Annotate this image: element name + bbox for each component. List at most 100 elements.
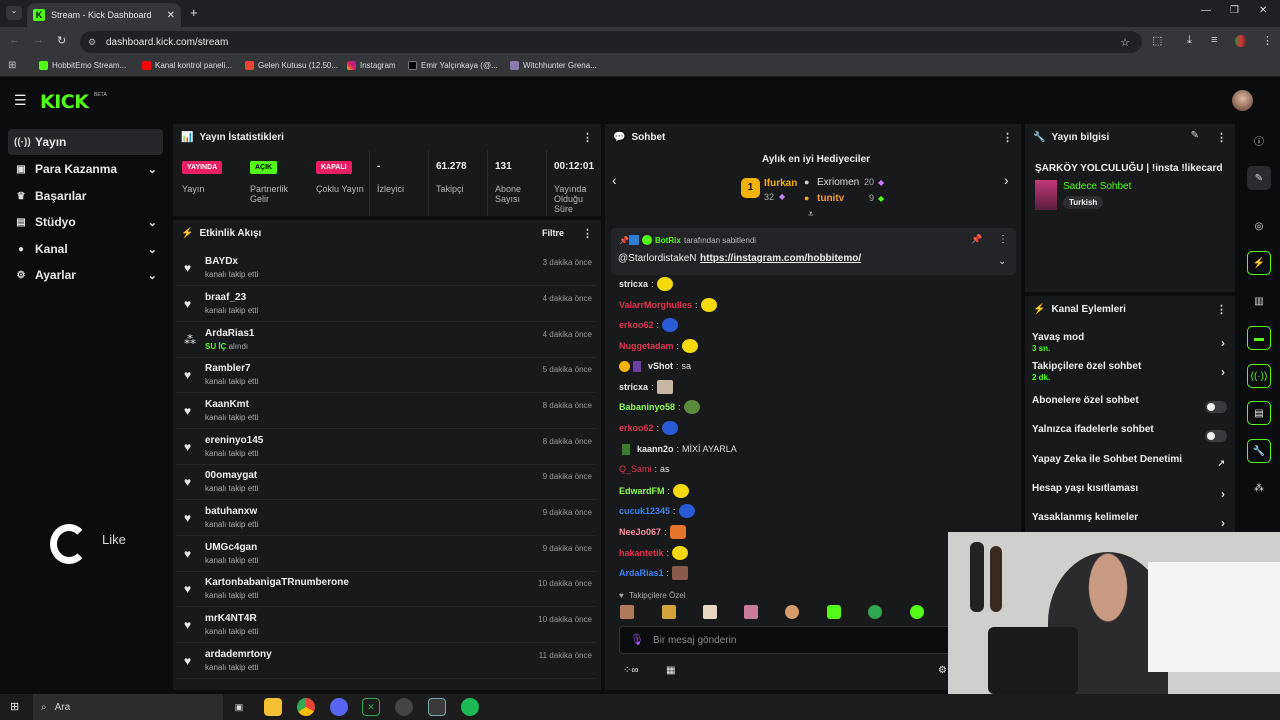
emote-icon[interactable] bbox=[744, 605, 758, 619]
discord-icon[interactable] bbox=[330, 698, 348, 716]
activity-user[interactable]: batuhanxw bbox=[205, 506, 257, 517]
activity-user[interactable]: ardademrtony bbox=[205, 649, 272, 660]
windows-start-icon[interactable]: ⊞ bbox=[10, 700, 19, 713]
bookmark-item[interactable]: Kanal kontrol paneli... bbox=[142, 61, 232, 70]
extensions-icon[interactable]: ⬚ bbox=[1152, 34, 1162, 47]
microphone-icon[interactable]: 🎙 bbox=[630, 633, 644, 646]
activity-user[interactable]: braaf_23 bbox=[205, 292, 246, 303]
sidebar-item-para-kazanma[interactable]: ▣ Para Kazanma ⌄ bbox=[8, 156, 163, 182]
gifter-name[interactable]: Exriomen bbox=[817, 177, 859, 188]
minimize-icon[interactable]: — bbox=[1201, 5, 1211, 16]
activity-menu-icon[interactable]: ⋮ bbox=[582, 227, 593, 240]
user-avatar[interactable] bbox=[1232, 90, 1253, 111]
chat-username[interactable]: erkoo62 bbox=[619, 320, 654, 330]
chat-bubble-icon[interactable]: ▬ bbox=[1247, 326, 1271, 350]
chat-username[interactable]: NeeJo067 bbox=[619, 527, 661, 537]
activity-user[interactable]: ArdaRias1 bbox=[205, 328, 254, 339]
sidebar-item-ayarlar[interactable]: ⚙ Ayarlar ⌄ bbox=[8, 262, 163, 288]
chat-settings-icon[interactable]: ⚙ bbox=[938, 665, 947, 676]
emote-icon[interactable] bbox=[703, 605, 717, 619]
pinned-menu-icon[interactable]: ⋮ bbox=[998, 234, 1008, 245]
chat-username[interactable]: stricxa bbox=[619, 382, 648, 392]
chat-username[interactable]: hakantetik bbox=[619, 548, 664, 558]
gifters-prev-icon[interactable]: ‹ bbox=[612, 172, 617, 188]
store-icon[interactable]: ▦ bbox=[666, 665, 675, 676]
emote-icon[interactable] bbox=[620, 605, 634, 619]
account-age-row[interactable]: Hesap yaşı kısıtlaması › bbox=[1025, 483, 1235, 511]
sidebar-item-kanal[interactable]: ● Kanal ⌄ bbox=[8, 236, 163, 262]
activity-user[interactable]: UMGc4gan bbox=[205, 542, 257, 553]
info-icon[interactable]: ⓘ bbox=[1247, 128, 1271, 152]
window-close-icon[interactable]: ✕ bbox=[1259, 5, 1267, 16]
emote-icon[interactable] bbox=[785, 605, 799, 619]
site-info-icon[interactable]: ⚙ bbox=[88, 37, 96, 48]
chat-username[interactable]: Nuggetadam bbox=[619, 341, 674, 351]
subscribers-only-toggle[interactable] bbox=[1205, 401, 1227, 413]
emote-icon[interactable] bbox=[827, 605, 841, 619]
download-icon[interactable]: ⤓ bbox=[1187, 34, 1192, 47]
gifters-next-icon[interactable]: › bbox=[1004, 172, 1009, 188]
language-tag[interactable]: Turkish bbox=[1063, 196, 1104, 209]
activity-user[interactable]: mrK4NT4R bbox=[205, 613, 257, 624]
browser-tab[interactable]: K Stream - Kick Dashboard ✕ bbox=[27, 3, 181, 27]
bookmark-item[interactable]: HobbitEmo Stream... bbox=[39, 61, 126, 70]
gifter-name[interactable]: Ifurkan bbox=[764, 178, 797, 189]
chat-username[interactable]: EdwardFM bbox=[619, 486, 665, 496]
emote-icon[interactable] bbox=[910, 605, 924, 619]
bookmark-item[interactable]: Witchhunter Grena... bbox=[510, 61, 597, 70]
unpin-icon[interactable]: 📌 bbox=[971, 234, 982, 245]
forward-icon[interactable]: → bbox=[33, 34, 44, 46]
chat-username[interactable]: erkoo62 bbox=[619, 423, 654, 433]
bookmark-star-icon[interactable]: ☆ bbox=[1120, 36, 1130, 49]
emote-icon[interactable] bbox=[662, 605, 676, 619]
bookmark-item[interactable]: Emir Yalçınkaya (@... bbox=[408, 61, 498, 70]
activity-user[interactable]: BAYDx bbox=[205, 256, 238, 267]
activity-user[interactable]: 00omaygat bbox=[205, 470, 257, 481]
new-tab-icon[interactable]: + bbox=[190, 5, 198, 20]
quick-actions-icon[interactable]: ⚡ bbox=[1247, 251, 1271, 275]
followers-only-row[interactable]: Takipçilere özel sohbet 2 dk. › bbox=[1025, 361, 1235, 389]
restore-icon[interactable]: ❐ bbox=[1230, 5, 1239, 16]
expand-pinned-icon[interactable]: ⌄ bbox=[998, 256, 1006, 267]
chat-input[interactable]: 🎙 Bir mesaj gönderin bbox=[619, 626, 959, 654]
chat-username[interactable]: kaann2o bbox=[637, 444, 674, 454]
gifter-name[interactable]: tunitv bbox=[817, 193, 844, 204]
url-field[interactable]: ⚙ dashboard.kick.com/stream ☆ bbox=[80, 31, 1142, 53]
activity-icon[interactable]: ⁂ bbox=[1247, 476, 1271, 500]
back-icon[interactable]: ← bbox=[9, 34, 20, 46]
tab-close-icon[interactable]: ✕ bbox=[167, 10, 175, 21]
activity-user[interactable]: KaanKmt bbox=[205, 399, 249, 410]
edit-pencil-icon[interactable]: ✎ bbox=[1191, 130, 1199, 141]
emote-icon[interactable] bbox=[868, 605, 882, 619]
tab-list-icon[interactable]: ⌄ bbox=[6, 6, 22, 20]
points-icon[interactable]: ⁘∞ bbox=[623, 665, 639, 676]
bookmark-item[interactable]: Instagram bbox=[347, 61, 396, 70]
spotify-icon[interactable] bbox=[461, 698, 479, 716]
chat-username[interactable]: ValarrMorghulles bbox=[619, 300, 692, 310]
category-name[interactable]: Sadece Sohbet bbox=[1063, 181, 1131, 192]
task-view-icon[interactable]: ▣ bbox=[230, 698, 248, 716]
pinned-link[interactable]: https://instagram.com/hobbitemo/ bbox=[700, 253, 861, 264]
app-window-icon[interactable] bbox=[428, 698, 446, 716]
chat-username[interactable]: Babaninyo58 bbox=[619, 402, 675, 412]
chat-username[interactable]: stricxa bbox=[619, 279, 648, 289]
profile-icon[interactable] bbox=[1235, 35, 1247, 47]
tools-icon[interactable]: 🔧 bbox=[1247, 439, 1271, 463]
activity-user[interactable]: KartonbabanigaTRnumberone bbox=[205, 577, 349, 588]
chrome-icon[interactable] bbox=[297, 698, 315, 716]
slow-mode-row[interactable]: Yavaş mod 3 sn. › bbox=[1025, 332, 1235, 360]
obs-icon[interactable] bbox=[395, 698, 413, 716]
category-thumbnail[interactable] bbox=[1035, 180, 1057, 210]
activity-user[interactable]: ereninyo145 bbox=[205, 435, 263, 446]
broadcast-icon[interactable]: ((·)) bbox=[1247, 364, 1271, 388]
chat-username[interactable]: cucuk12345 bbox=[619, 506, 670, 516]
chat-username[interactable]: ArdaRias1 bbox=[619, 568, 664, 578]
hamburger-menu-icon[interactable]: ☰ bbox=[14, 92, 27, 109]
actions-menu-icon[interactable]: ⋮ bbox=[1216, 303, 1227, 316]
xbox-icon[interactable]: ✕ bbox=[362, 698, 380, 716]
ai-moderation-row[interactable]: Yapay Zeka ile Sohbet Denetimi ↗ bbox=[1025, 454, 1235, 482]
file-explorer-icon[interactable] bbox=[264, 698, 282, 716]
notes-icon[interactable]: ▥ bbox=[1247, 289, 1271, 313]
apps-icon[interactable]: ⊞ bbox=[8, 60, 16, 71]
info-menu-icon[interactable]: ⋮ bbox=[1216, 131, 1227, 144]
